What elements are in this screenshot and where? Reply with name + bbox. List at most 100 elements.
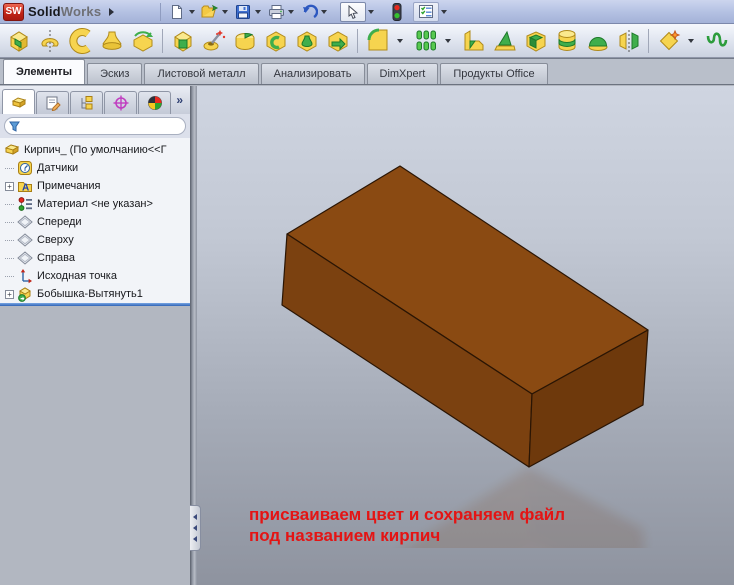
open-icon[interactable] (200, 2, 220, 22)
graphics-viewport[interactable]: присваиваем цвет и сохраняем файл под на… (197, 86, 734, 585)
dropdown-arrow-icon[interactable] (688, 39, 694, 43)
tree-item-sensors[interactable]: Датчики (0, 159, 190, 177)
extrude-feature-icon (17, 286, 33, 302)
rib-icon[interactable] (460, 27, 487, 55)
displaymanager-tab[interactable] (138, 91, 171, 114)
boundary-cut-icon[interactable] (324, 27, 351, 55)
title-bar: SW SolidWorks (0, 0, 734, 24)
lofted-boss-icon[interactable] (98, 27, 125, 55)
toolbar-separator (162, 29, 163, 53)
undo-icon[interactable] (299, 2, 319, 22)
expand-plus-icon[interactable]: + (5, 290, 14, 299)
collapse-arrow-icon (193, 514, 197, 520)
tab-sketch[interactable]: Эскиз (87, 63, 142, 84)
linear-pattern-icon[interactable] (412, 27, 439, 55)
material-icon (17, 196, 33, 212)
manager-tab-bar: » (0, 86, 190, 114)
dropdown-arrow-icon[interactable] (189, 10, 195, 14)
part-icon (4, 142, 20, 158)
dropdown-arrow-icon[interactable] (288, 10, 294, 14)
plane-icon (17, 232, 33, 248)
revolved-boss-icon[interactable] (36, 27, 63, 55)
tab-elements[interactable]: Элементы (3, 59, 85, 84)
panel-empty-area (0, 306, 190, 585)
lofted-cut-icon[interactable] (293, 27, 320, 55)
draft-icon[interactable] (491, 27, 518, 55)
sensors-icon (17, 160, 33, 176)
expand-plus-icon[interactable]: + (5, 182, 14, 191)
tab-dimxpert[interactable]: DimXpert (367, 63, 439, 84)
panel-collapse-handle[interactable] (190, 505, 201, 551)
featuremanager-tab[interactable] (2, 89, 35, 114)
shell-icon[interactable] (522, 27, 549, 55)
tree-item-label: Датчики (37, 162, 78, 174)
plane-icon (17, 214, 33, 230)
tree-item-label: Кирпич_ (По умолчанию<<Г (24, 144, 167, 156)
select-cursor-icon[interactable] (340, 2, 366, 22)
tree-item-origin[interactable]: Исходная точка (0, 267, 190, 285)
fillet-icon[interactable] (364, 27, 391, 55)
svg-text:A: A (22, 183, 29, 194)
tree-item-label: Исходная точка (37, 270, 117, 282)
dropdown-arrow-icon[interactable] (222, 10, 228, 14)
dimxpertmanager-tab[interactable] (104, 91, 137, 114)
hole-wizard-icon[interactable] (200, 27, 227, 55)
feature-manager-panel: » Кирпич_ (По умолчанию<<Г Датчики + (0, 86, 190, 585)
origin-icon (17, 268, 33, 284)
swept-cut-icon[interactable] (262, 27, 289, 55)
plane-icon (17, 250, 33, 266)
tree-item-front-plane[interactable]: Спереди (0, 213, 190, 231)
dropdown-arrow-icon[interactable] (445, 39, 451, 43)
tree-item-material[interactable]: Материал <не указан> (0, 195, 190, 213)
collapse-arrow-icon (193, 525, 197, 531)
extruded-boss-icon[interactable] (5, 27, 32, 55)
rebuild-traffic-light-icon[interactable] (387, 2, 407, 22)
instant3d-icon[interactable] (655, 27, 682, 55)
dropdown-arrow-icon[interactable] (441, 10, 447, 14)
tab-evaluate[interactable]: Анализировать (261, 63, 365, 84)
extruded-cut-icon[interactable] (169, 27, 196, 55)
propertymanager-tab[interactable] (36, 91, 69, 114)
curves-icon[interactable] (703, 27, 730, 55)
annotation-line1: присваиваем цвет и сохраняем файл (249, 504, 565, 525)
configurationmanager-tab[interactable] (70, 91, 103, 114)
filter-funnel-icon (9, 121, 20, 132)
feature-toolbar (0, 24, 734, 58)
design-checker-icon[interactable] (413, 2, 439, 22)
dropdown-arrow-icon[interactable] (321, 10, 327, 14)
panel-overflow-chevron[interactable]: » (176, 93, 183, 107)
filter-row (0, 114, 190, 138)
dropdown-arrow-icon[interactable] (368, 10, 374, 14)
new-document-icon[interactable] (167, 2, 187, 22)
commandmanager-tabstrip: Элементы Эскиз Листовой металл Анализиро… (0, 58, 734, 85)
boundary-boss-icon[interactable] (129, 27, 156, 55)
dropdown-arrow-icon[interactable] (397, 39, 403, 43)
save-icon[interactable] (233, 2, 253, 22)
mirror-icon[interactable] (615, 27, 642, 55)
solidworks-logo-icon: SW (3, 3, 24, 21)
dome-icon[interactable] (584, 27, 611, 55)
feature-tree: Кирпич_ (По умолчанию<<Г Датчики + A При… (0, 138, 190, 303)
tree-item-annotations[interactable]: + A Примечания (0, 177, 190, 195)
swept-boss-icon[interactable] (67, 27, 94, 55)
tab-sheet-metal[interactable]: Листовой металл (144, 63, 258, 84)
dropdown-arrow-icon[interactable] (255, 10, 261, 14)
tree-item-boss-extrude[interactable]: + Бобышка-Вытянуть1 (0, 285, 190, 303)
tree-item-top-plane[interactable]: Сверху (0, 231, 190, 249)
toolbar-separator (160, 3, 161, 21)
tab-office-products[interactable]: Продукты Office (440, 63, 547, 84)
menu-expand-icon[interactable] (109, 8, 114, 16)
filter-input[interactable] (20, 119, 185, 133)
print-icon[interactable] (266, 2, 286, 22)
wrap-icon[interactable] (553, 27, 580, 55)
tree-item-part[interactable]: Кирпич_ (По умолчанию<<Г (0, 141, 190, 159)
annotation-text: присваиваем цвет и сохраняем файл под на… (249, 504, 565, 546)
tree-item-right-plane[interactable]: Справа (0, 249, 190, 267)
tree-item-label: Материал <не указан> (37, 198, 153, 210)
filter-box[interactable] (4, 117, 186, 135)
tree-item-label: Справа (37, 252, 75, 264)
tree-item-label: Бобышка-Вытянуть1 (37, 288, 143, 300)
tree-item-label: Сверху (37, 234, 74, 246)
toolbar-separator (648, 29, 649, 53)
revolved-cut-icon[interactable] (231, 27, 258, 55)
